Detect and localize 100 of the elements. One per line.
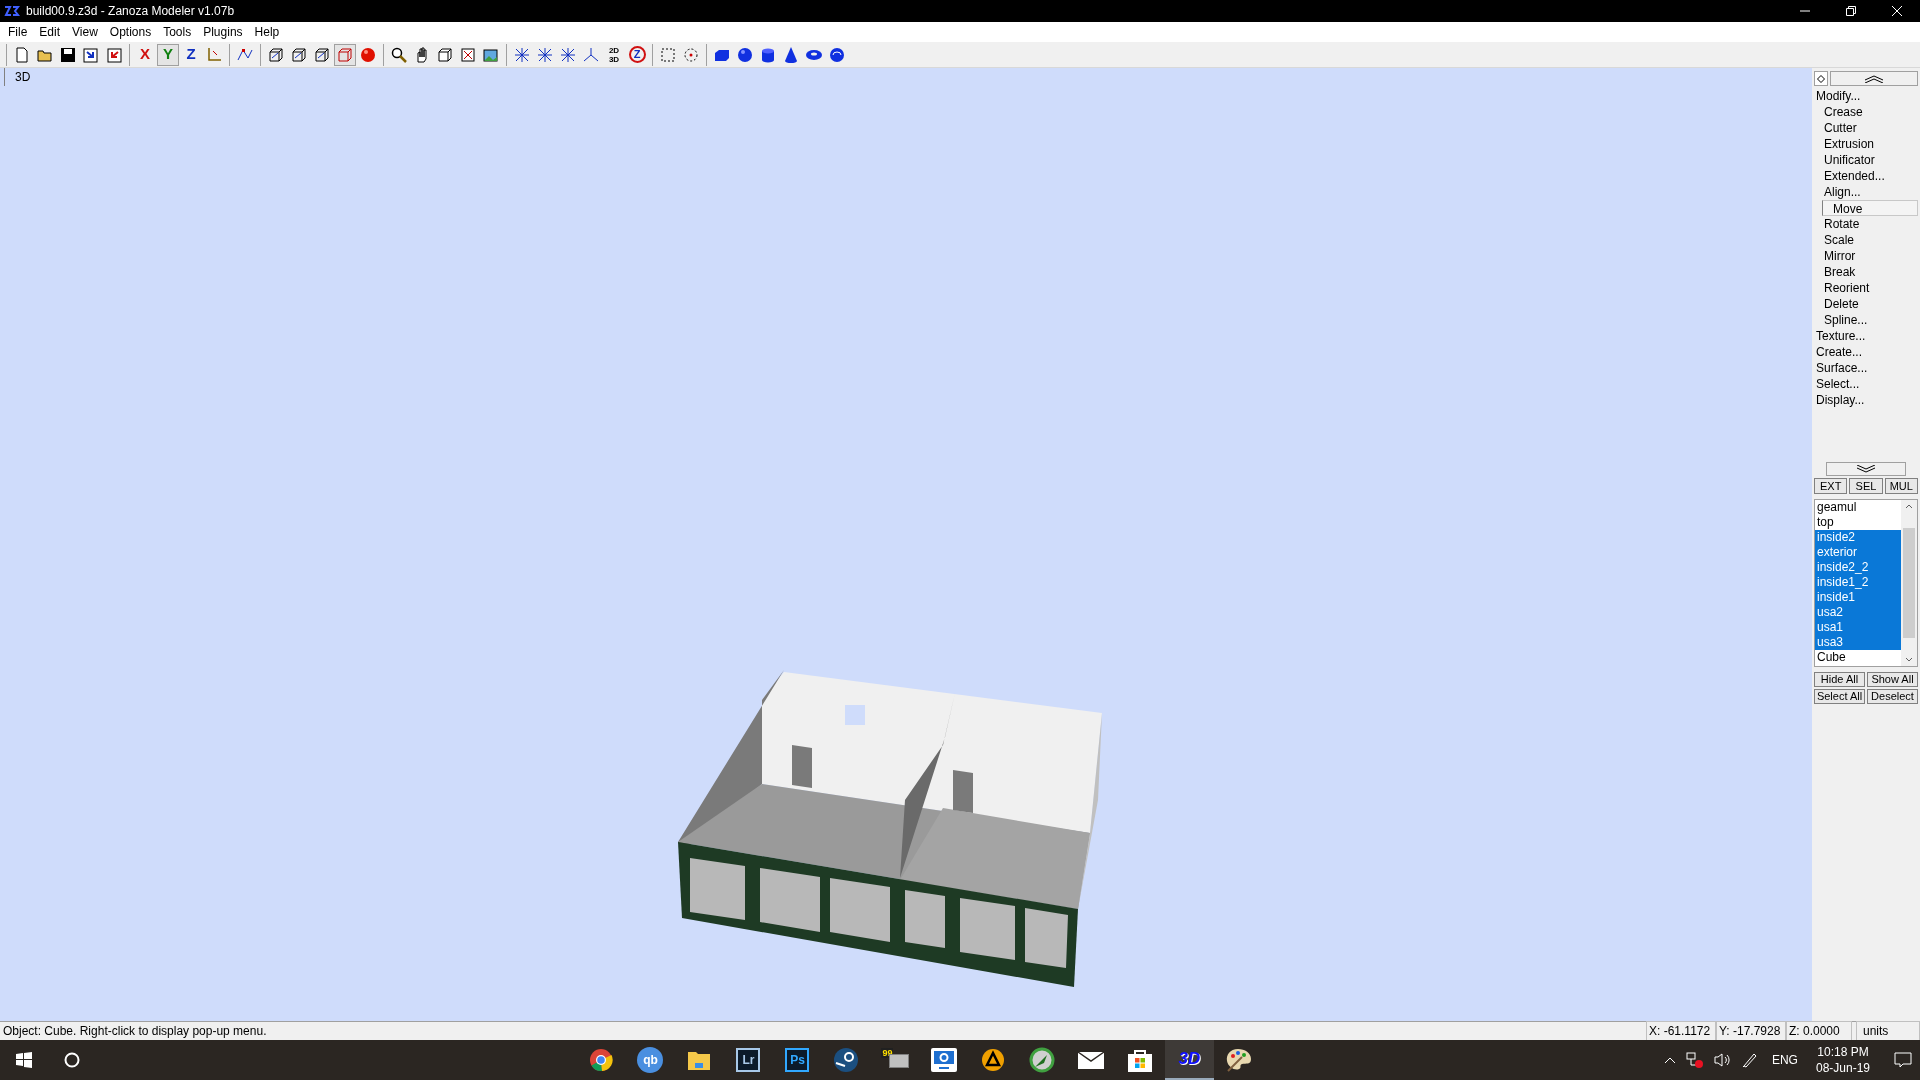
axis-button[interactable]: X	[134, 43, 156, 66]
command-item[interactable]: Move	[1822, 200, 1918, 216]
window-title: build00.9.z3d - Zanoza Modeler v1.07b	[26, 3, 235, 20]
speaker-icon	[1713, 1052, 1732, 1068]
spiral-icon	[828, 45, 846, 64]
clock-date: 08-Jun-19	[1815, 1060, 1870, 1076]
scroll-down-button[interactable]	[1826, 462, 1906, 476]
scrollbar[interactable]	[1901, 500, 1917, 666]
command-item[interactable]: Extended...	[1814, 168, 1918, 184]
ring-app-icon	[1029, 1047, 1056, 1073]
viewport-3d[interactable]: 3D	[0, 68, 1812, 1021]
triangle-app-icon	[981, 1048, 1006, 1072]
store-bag-icon	[1127, 1047, 1154, 1073]
notification-icon	[1894, 1052, 1912, 1068]
panel-button[interactable]: Show All	[1867, 672, 1918, 687]
command-item[interactable]: Align...	[1814, 184, 1918, 200]
mode-button[interactable]: EXT	[1814, 478, 1848, 494]
command-item[interactable]: Crease	[1814, 104, 1918, 120]
menu-item[interactable]: View	[66, 23, 104, 41]
close-icon	[1892, 6, 1902, 16]
circle-select-icon	[682, 45, 700, 64]
menu-item[interactable]: Plugins	[197, 23, 249, 41]
diamond-icon	[1817, 74, 1825, 83]
rectangle-select-icon	[659, 45, 677, 64]
command-item[interactable]: Spline...	[1814, 312, 1918, 328]
object-list-item[interactable]: usa3	[1815, 635, 1901, 650]
language-indicator[interactable]: ENG	[1767, 1051, 1802, 1069]
menu-item[interactable]: Edit	[33, 23, 67, 41]
viewport-label: 3D	[4, 68, 31, 86]
mail-icon	[1077, 1049, 1106, 1071]
object-list-item[interactable]: inside2	[1815, 530, 1901, 545]
app-icon: qb	[637, 1047, 664, 1073]
mode-button[interactable]: MUL	[1884, 478, 1918, 494]
object-list-item[interactable]: top	[1815, 515, 1901, 530]
dimension-toggle-button[interactable]: 2D 3D	[603, 43, 625, 66]
command-item[interactable]: Scale	[1814, 232, 1918, 248]
double-chevron-down-icon	[1856, 465, 1876, 473]
menu-item[interactable]: Tools	[157, 23, 198, 41]
command-item[interactable]: Extrusion	[1814, 136, 1918, 152]
object-list-item[interactable]: Cube	[1815, 650, 1901, 665]
vertex-star-icon	[513, 45, 531, 64]
menu-item[interactable]: Help	[248, 23, 286, 41]
object-list-item[interactable]: inside2_2	[1815, 560, 1901, 575]
object-list-item[interactable]: usa2	[1815, 605, 1901, 620]
mode-button[interactable]: SEL	[1849, 478, 1883, 494]
chevron-up-icon	[1663, 1056, 1676, 1064]
taskbar-app[interactable]: Lr	[723, 1040, 773, 1080]
command-item[interactable]: Break	[1814, 264, 1918, 280]
wire-cube-icon	[290, 45, 308, 64]
settings-monitor-icon	[930, 1047, 959, 1073]
panel-button[interactable]: Hide All	[1814, 672, 1865, 687]
sphere-icon	[736, 45, 754, 64]
command-item[interactable]: Select...	[1814, 376, 1918, 392]
restore-icon	[1846, 6, 1856, 16]
axes-icon	[205, 45, 223, 64]
axis-button[interactable]: Z	[180, 43, 202, 66]
object-list-item[interactable]: exterior	[1815, 545, 1901, 560]
new-file-icon	[13, 45, 31, 64]
command-item[interactable]: Display...	[1814, 392, 1918, 408]
vertex-star-icon	[536, 45, 554, 64]
command-item[interactable]: Modify...	[1814, 88, 1918, 104]
object-list-item[interactable]: usa1	[1815, 620, 1901, 635]
axis-button[interactable]: Y	[157, 43, 179, 66]
command-item[interactable]: Reorient	[1814, 280, 1918, 296]
menu-item[interactable]: File	[2, 23, 34, 41]
folder-icon	[687, 1049, 712, 1071]
command-item[interactable]: Unificator	[1814, 152, 1918, 168]
wire-cube-icon	[267, 45, 285, 64]
wire-cube-icon	[336, 45, 354, 64]
object-list-item[interactable]: inside1_2	[1815, 575, 1901, 590]
network-error-icon	[1685, 1052, 1704, 1068]
vertex-star-icon	[559, 45, 577, 64]
double-chevron-up-icon	[1864, 74, 1884, 83]
cone-icon	[782, 45, 800, 64]
zoom-fit-icon	[459, 45, 477, 64]
toggle-button[interactable]	[1814, 71, 1828, 86]
windows-logo-icon	[16, 1052, 32, 1068]
panel-button[interactable]: Deselect	[1867, 689, 1918, 704]
scroll-up-button[interactable]	[1830, 71, 1918, 86]
object-list-item[interactable]: geamul	[1815, 500, 1901, 515]
command-item[interactable]: Mirror	[1814, 248, 1918, 264]
taskbar-app[interactable]: Ps	[772, 1040, 822, 1080]
clock-time: 10:18 PM	[1817, 1044, 1869, 1060]
command-item[interactable]: Delete	[1814, 296, 1918, 312]
wire-cube-icon	[313, 45, 331, 64]
command-item[interactable]: Rotate	[1814, 216, 1918, 232]
menu-item[interactable]: Options	[103, 23, 158, 41]
magnifier-icon	[390, 45, 408, 64]
panel-button[interactable]: Select All	[1814, 689, 1865, 704]
command-item[interactable]: Create...	[1814, 344, 1918, 360]
palette-icon	[1224, 1047, 1253, 1073]
app-icon: 3D	[1178, 1046, 1201, 1072]
cube-icon	[436, 45, 454, 64]
object-list[interactable]: geamul top inside2 exterior inside2_2 inside1_2 inside1 usa2 usa1 usa3 Cube	[1814, 499, 1918, 667]
command-item[interactable]: Cutter	[1814, 120, 1918, 136]
clock[interactable]: 10:18 PM 08-Jun-19	[1811, 1044, 1874, 1076]
command-item[interactable]: Surface...	[1814, 360, 1918, 376]
command-item[interactable]: Texture...	[1814, 328, 1918, 344]
axes-icon	[582, 45, 600, 64]
object-list-item[interactable]: inside1	[1815, 590, 1901, 605]
